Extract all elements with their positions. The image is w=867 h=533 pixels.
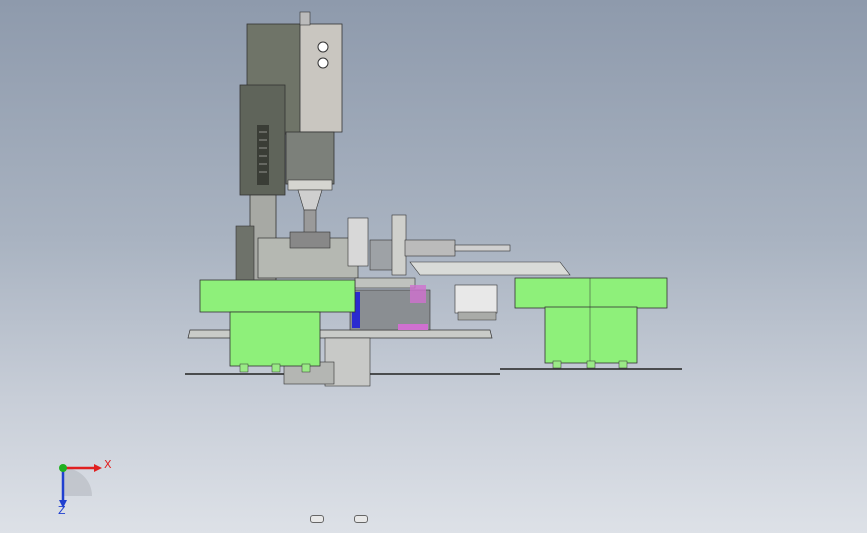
feeder-bowl-right[interactable] [514,277,668,369]
z-axis-label: Z [58,504,66,517]
cad-viewport[interactable]: X Z [0,0,867,533]
x-axis-label: X [104,458,112,471]
assembly-model[interactable]: X Z [0,0,867,533]
x-axis-arrowhead [94,464,102,472]
axis-triad: X Z [58,458,112,517]
y-axis-dot [59,464,67,472]
view-control-right[interactable] [354,515,368,523]
view-control-left[interactable] [310,515,324,523]
